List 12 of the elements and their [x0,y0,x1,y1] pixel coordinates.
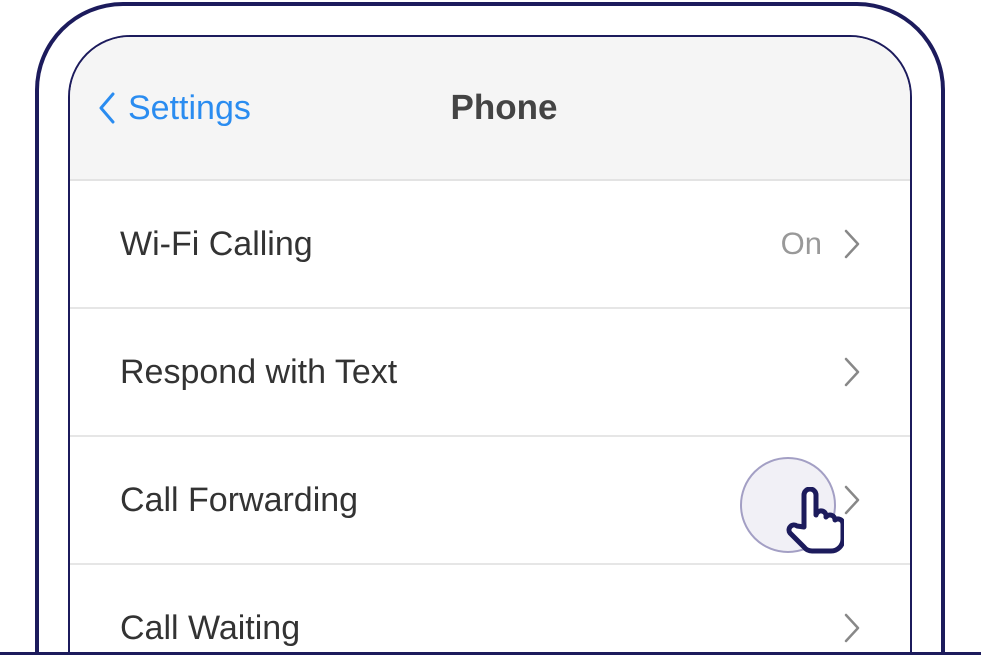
row-label: Respond with Text [120,352,398,392]
chevron-left-icon [98,92,116,124]
chevron-right-icon [844,485,860,515]
hand-pointer-icon [784,487,844,555]
chevron-right-icon [844,229,860,259]
row-label: Call Forwarding [120,480,360,520]
chevron-right-icon [844,357,860,387]
row-label: Wi-Fi Calling [120,224,314,264]
screen-title: Phone [450,88,558,128]
chevron-right-icon [844,613,860,643]
row-label: Call Waiting [120,608,302,648]
row-value: On [780,226,822,262]
